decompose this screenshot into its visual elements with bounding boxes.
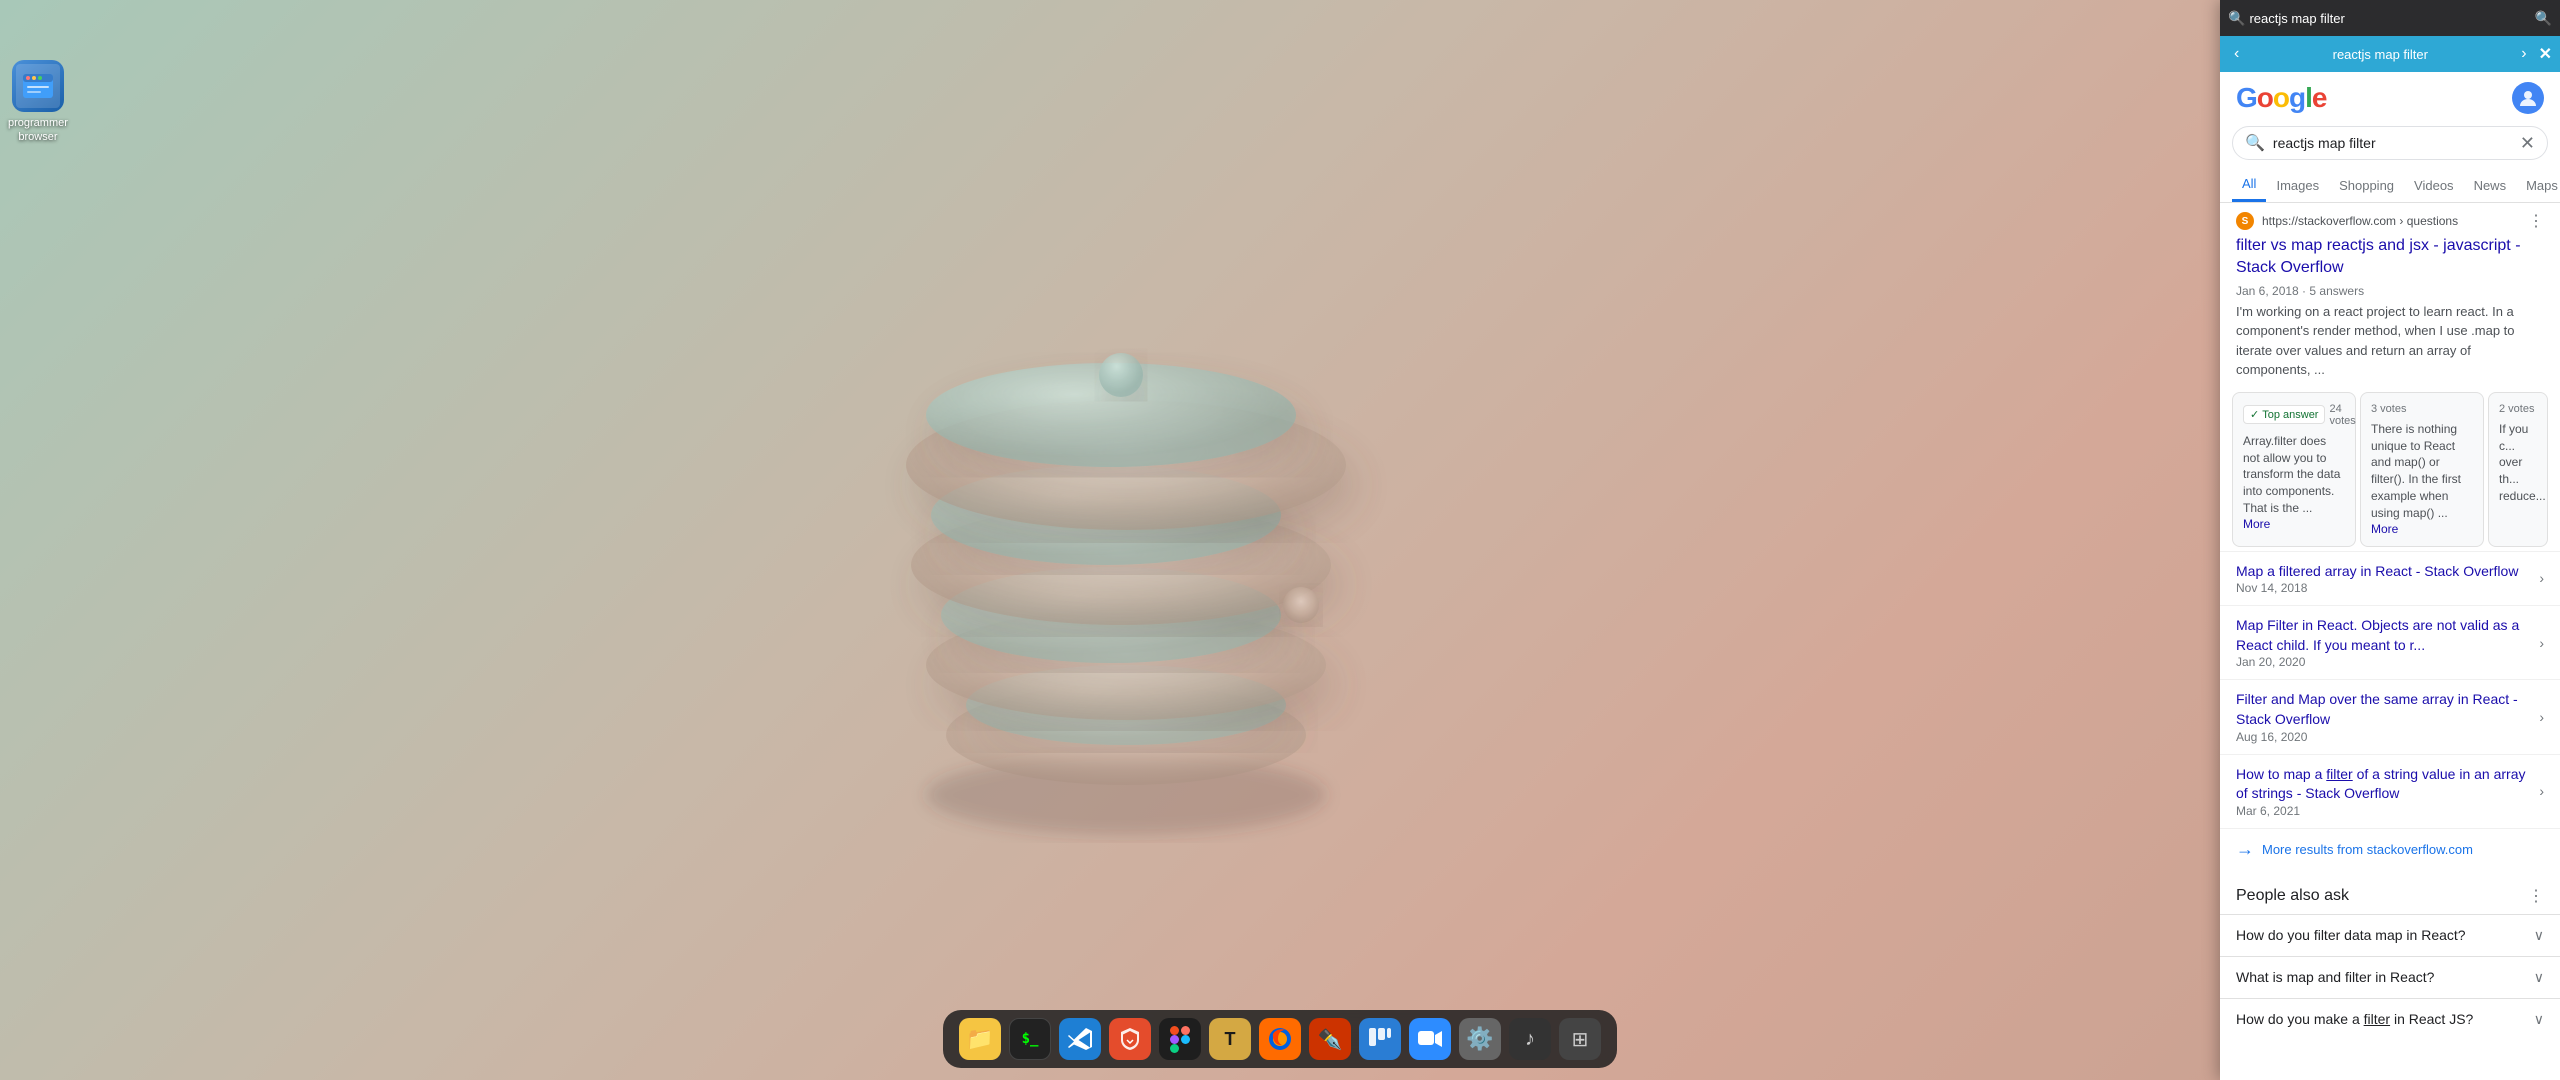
search-bar[interactable]: 🔍 ✕	[2232, 126, 2548, 160]
paa-item-3-text: How do you make a filter in React JS?	[2236, 1011, 2473, 1027]
tab-videos[interactable]: Videos	[2404, 170, 2464, 201]
related-result-2[interactable]: Map Filter in React. Objects are not val…	[2220, 605, 2560, 679]
top-search-icon: 🔍	[2228, 10, 2245, 27]
answer-1-votes: 24 votes	[2329, 403, 2355, 427]
tab-all[interactable]: All	[2232, 168, 2266, 202]
search-input[interactable]	[2273, 135, 2512, 151]
tab-images[interactable]: Images	[2266, 170, 2329, 201]
browser-nav-bar: ‹ reactjs map filter › ✕	[2220, 36, 2560, 72]
answer-1-text: Array.filter does not allow you to trans…	[2243, 433, 2345, 517]
taskbar: 📁 $_ T	[943, 1010, 1617, 1068]
answer-2-votes: 3 votes	[2371, 403, 2406, 415]
paa-item-3[interactable]: How do you make a filter in React JS? ∨	[2220, 998, 2560, 1040]
taskbar-icon-kanban[interactable]	[1359, 1018, 1401, 1060]
tab-news[interactable]: News	[2464, 170, 2517, 201]
taskbar-icon-settings[interactable]: ⚙️	[1459, 1018, 1501, 1060]
paa-item-2-text: What is map and filter in React?	[2236, 969, 2434, 985]
taskbar-icon-terminal[interactable]: $_	[1009, 1018, 1051, 1060]
user-avatar[interactable]	[2512, 82, 2544, 114]
back-button[interactable]: ‹	[2228, 43, 2245, 65]
related-result-3-arrow: ›	[2539, 709, 2544, 725]
related-result-3-title: Filter and Map over the same array in Re…	[2236, 690, 2539, 729]
related-result-3[interactable]: Filter and Map over the same array in Re…	[2220, 679, 2560, 753]
result-snippet: I'm working on a react project to learn …	[2220, 300, 2560, 388]
tab-shopping[interactable]: Shopping	[2329, 170, 2404, 201]
related-result-2-meta: Jan 20, 2020	[2236, 655, 2539, 669]
paa-item-1-chevron: ∨	[2534, 927, 2544, 944]
paa-item-1[interactable]: How do you filter data map in React? ∨	[2220, 914, 2560, 956]
answer-1-more[interactable]: More	[2243, 517, 2270, 531]
related-result-4[interactable]: How to map a filter of a string value in…	[2220, 754, 2560, 828]
tab-maps[interactable]: Maps	[2516, 170, 2560, 201]
main-result-title[interactable]: filter vs map reactjs and jsx - javascri…	[2220, 233, 2560, 282]
source-url: https://stackoverflow.com › questions	[2262, 214, 2520, 228]
more-results-text: More results from stackoverflow.com	[2262, 842, 2473, 857]
taskbar-icon-typora[interactable]: T	[1209, 1018, 1251, 1060]
answer-box-2[interactable]: 3 votes There is nothing unique to React…	[2360, 392, 2484, 547]
paa-header: People also ask ⋮	[2220, 878, 2560, 914]
top-search-submit-icon[interactable]: 🔍	[2535, 10, 2552, 27]
url-bar: reactjs map filter	[2251, 47, 2509, 62]
close-button[interactable]: ✕	[2539, 44, 2552, 64]
result-meta: Jan 6, 2018 · 5 answers	[2220, 282, 2560, 300]
search-icon: 🔍	[2245, 133, 2265, 153]
forward-button[interactable]: ›	[2515, 43, 2532, 65]
related-result-1-title: Map a filtered array in React - Stack Ov…	[2236, 562, 2539, 582]
people-also-ask-section: People also ask ⋮ How do you filter data…	[2220, 878, 2560, 1040]
paa-item-2-chevron: ∨	[2534, 969, 2544, 986]
related-result-4-title: How to map a filter of a string value in…	[2236, 765, 2539, 804]
more-results-row[interactable]: → More results from stackoverflow.com	[2220, 828, 2560, 870]
taskbar-icon-figma[interactable]	[1159, 1018, 1201, 1060]
decorative-shape	[801, 215, 1451, 865]
related-result-2-arrow: ›	[2539, 635, 2544, 651]
related-result-2-title: Map Filter in React. Objects are not val…	[2236, 616, 2539, 655]
google-header: Google	[2220, 72, 2560, 122]
browser-top-bar: 🔍 🔍	[2220, 0, 2560, 36]
search-clear-button[interactable]: ✕	[2520, 134, 2535, 152]
stackoverflow-favicon: S	[2236, 212, 2254, 230]
top-search-input[interactable]	[2249, 11, 2530, 26]
taskbar-icon-editor[interactable]: ✒️	[1309, 1018, 1351, 1060]
result-source-row: S https://stackoverflow.com › questions …	[2220, 203, 2560, 233]
taskbar-icon-brave[interactable]	[1109, 1018, 1151, 1060]
desktop-icon-programmer-browser[interactable]: programmer browser	[8, 60, 68, 145]
answer-2-text: There is nothing unique to React and map…	[2371, 421, 2473, 522]
related-result-1-arrow: ›	[2539, 570, 2544, 586]
related-result-1-meta: Nov 14, 2018	[2236, 581, 2539, 595]
paa-item-2[interactable]: What is map and filter in React? ∨	[2220, 956, 2560, 998]
answer-boxes: ✓ Top answer 24 votes Array.filter does …	[2232, 392, 2548, 547]
taskbar-icon-apps[interactable]: ⊞	[1559, 1018, 1601, 1060]
more-results-arrow-icon: →	[2236, 839, 2254, 860]
related-result-4-arrow: ›	[2539, 783, 2544, 799]
paa-item-1-text: How do you filter data map in React?	[2236, 927, 2466, 943]
taskbar-icon-music[interactable]: ♪	[1509, 1018, 1551, 1060]
answer-3-text: If you c... over th... reduce...	[2499, 421, 2537, 505]
paa-item-3-chevron: ∨	[2534, 1011, 2544, 1028]
answer-3-votes: 2 votes	[2499, 403, 2534, 415]
taskbar-icon-files[interactable]: 📁	[959, 1018, 1001, 1060]
google-logo: Google	[2236, 82, 2326, 114]
top-answer-badge: ✓ Top answer	[2243, 405, 2325, 424]
programmer-browser-icon	[12, 60, 64, 112]
taskbar-icon-vscode[interactable]	[1059, 1018, 1101, 1060]
answer-2-more[interactable]: More	[2371, 522, 2398, 536]
source-menu-button[interactable]: ⋮	[2528, 211, 2544, 231]
related-results: Map a filtered array in React - Stack Ov…	[2220, 551, 2560, 828]
desktop-icon-label: programmer browser	[8, 116, 68, 145]
related-result-4-meta: Mar 6, 2021	[2236, 804, 2539, 818]
paa-heading: People also ask	[2236, 887, 2349, 905]
desktop: programmer browser	[0, 0, 2560, 1080]
answer-box-3[interactable]: 2 votes If you c... over th... reduce...	[2488, 392, 2548, 547]
related-result-3-meta: Aug 16, 2020	[2236, 730, 2539, 744]
search-tabs: All Images Shopping Videos News Maps Boo…	[2220, 168, 2560, 203]
answer-box-1[interactable]: ✓ Top answer 24 votes Array.filter does …	[2232, 392, 2356, 547]
taskbar-icon-zoom[interactable]	[1409, 1018, 1451, 1060]
google-content: Google 🔍 ✕ All Images Shopping	[2220, 72, 2560, 1080]
paa-menu-button[interactable]: ⋮	[2528, 886, 2544, 906]
related-result-1[interactable]: Map a filtered array in React - Stack Ov…	[2220, 551, 2560, 606]
taskbar-icon-firefox[interactable]	[1259, 1018, 1301, 1060]
browser-panel: 🔍 🔍 ‹ reactjs map filter › ✕ Google	[2220, 0, 2560, 1080]
